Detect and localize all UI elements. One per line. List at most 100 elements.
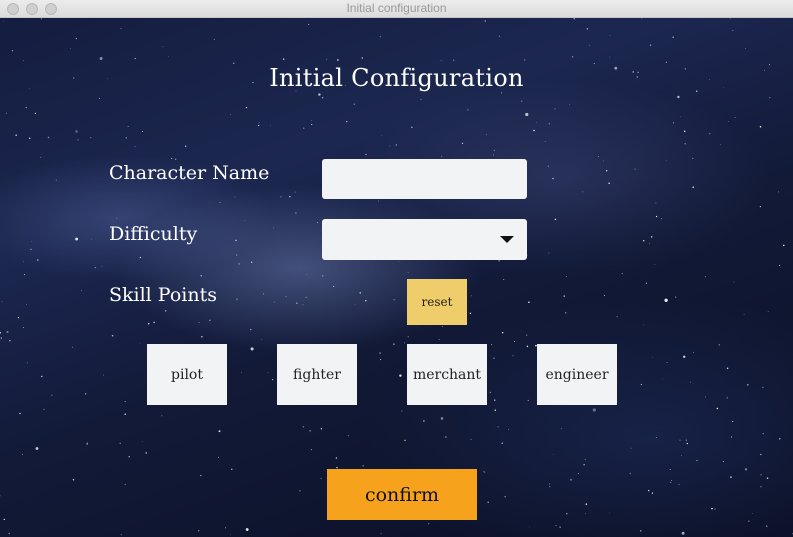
- star: [726, 397, 729, 399]
- star: [727, 121, 729, 122]
- star: [524, 59, 526, 61]
- confirm-button[interactable]: confirm: [327, 469, 477, 520]
- star: [560, 428, 562, 429]
- star: [487, 501, 489, 504]
- star: [634, 168, 636, 170]
- star: [655, 202, 657, 204]
- star: [554, 108, 556, 110]
- star: [696, 460, 698, 462]
- star: [296, 302, 298, 304]
- star: [346, 121, 348, 123]
- star: [11, 50, 14, 52]
- difficulty-select[interactable]: [322, 219, 527, 260]
- star: [683, 130, 686, 133]
- star: [311, 120, 312, 122]
- star: [365, 153, 367, 155]
- star: [577, 473, 579, 475]
- star: [404, 342, 405, 344]
- star: [1, 300, 3, 302]
- star: [347, 435, 349, 437]
- star: [30, 248, 32, 251]
- star: [141, 131, 143, 132]
- star: [168, 56, 169, 58]
- star: [711, 507, 713, 510]
- star: [684, 143, 686, 145]
- star: [134, 146, 136, 148]
- star: [779, 264, 781, 266]
- star: [569, 104, 571, 106]
- star: [235, 239, 237, 242]
- star: [2, 20, 4, 22]
- star: [153, 321, 155, 324]
- star: [681, 531, 685, 535]
- star: [544, 141, 546, 142]
- star: [401, 410, 403, 412]
- star: [23, 60, 24, 61]
- star: [493, 154, 494, 156]
- star: [420, 98, 422, 101]
- star: [217, 456, 220, 458]
- star: [258, 124, 260, 127]
- star: [778, 191, 780, 193]
- star: [630, 447, 632, 449]
- star: [120, 27, 122, 30]
- star: [453, 59, 455, 61]
- star: [767, 310, 769, 312]
- star: [489, 391, 492, 394]
- star: [642, 239, 645, 242]
- star: [609, 56, 611, 58]
- star: [745, 48, 746, 49]
- star: [185, 145, 187, 147]
- star: [555, 525, 557, 527]
- star: [90, 137, 92, 139]
- star: [760, 486, 762, 488]
- star: [379, 352, 381, 354]
- star: [245, 106, 248, 109]
- star: [748, 520, 750, 522]
- star: [200, 474, 202, 477]
- star: [273, 301, 275, 303]
- star: [584, 459, 586, 461]
- star: [201, 335, 203, 338]
- star: [198, 530, 200, 532]
- star: [162, 46, 164, 48]
- star: [209, 319, 211, 321]
- star: [529, 526, 530, 528]
- star: [762, 433, 764, 435]
- star: [29, 137, 31, 139]
- star: [592, 408, 596, 412]
- star: [497, 426, 499, 428]
- star: [732, 420, 734, 423]
- skill-pilot-button[interactable]: pilot: [147, 344, 227, 405]
- star: [603, 160, 605, 162]
- star: [128, 455, 130, 458]
- skill-merchant-button[interactable]: merchant: [407, 344, 487, 405]
- star: [675, 296, 677, 298]
- star: [440, 59, 442, 61]
- star: [651, 492, 654, 494]
- star: [609, 35, 611, 36]
- star: [608, 182, 610, 184]
- star: [303, 127, 305, 129]
- star: [124, 400, 126, 403]
- star: [326, 58, 328, 60]
- star: [499, 35, 501, 37]
- star: [672, 36, 674, 38]
- star: [174, 158, 177, 160]
- star: [269, 124, 271, 126]
- star: [147, 322, 150, 325]
- star: [583, 464, 585, 466]
- star: [111, 334, 114, 337]
- star: [484, 471, 486, 473]
- star: [411, 126, 413, 128]
- character-name-input[interactable]: [322, 159, 527, 199]
- star: [19, 412, 21, 415]
- star: [690, 381, 691, 383]
- star: [99, 57, 103, 60]
- star: [55, 179, 57, 181]
- skill-engineer-button[interactable]: engineer: [537, 344, 617, 405]
- star: [320, 477, 322, 479]
- reset-button[interactable]: reset: [407, 279, 467, 325]
- skill-fighter-button[interactable]: fighter: [277, 344, 357, 405]
- star: [31, 241, 32, 242]
